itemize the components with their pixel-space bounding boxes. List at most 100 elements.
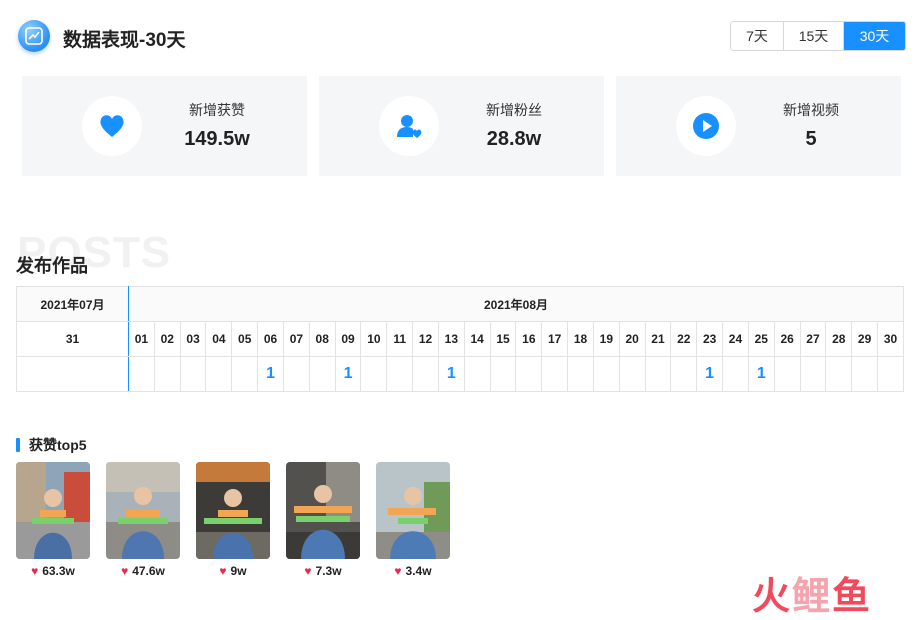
count-cell — [463, 356, 491, 392]
stat-value: 5 — [805, 128, 817, 150]
count-cell — [386, 356, 414, 392]
count-cell — [179, 356, 207, 392]
day-row: 31 01 02 03 04 05 06 07 08 09 10 11 12 13 14 15 16 17 18 1… — [16, 321, 904, 357]
top5-title: 获赞top5 — [29, 437, 87, 453]
count-cell: 1 — [334, 356, 362, 392]
page-title: 数据表现-30天 — [63, 30, 186, 51]
day-cell: 31 — [16, 321, 129, 357]
video-thumbnail[interactable] — [16, 462, 90, 559]
count-cell — [360, 356, 388, 392]
video-thumbnail[interactable] — [106, 462, 180, 559]
day-cell: 17 — [541, 321, 569, 357]
count-cell: 1 — [437, 356, 465, 392]
day-cell: 06 — [257, 321, 284, 357]
day-cell: 11 — [386, 321, 414, 357]
like-count: ♥ 3.4w — [394, 564, 432, 578]
day-cell: 18 — [567, 321, 594, 357]
stat-card-fans: 新增粉丝 28.8w — [319, 76, 604, 176]
count-cell — [799, 356, 827, 392]
heart-icon: ♥ — [121, 564, 129, 578]
day-cell: 10 — [360, 321, 388, 357]
day-cell: 04 — [205, 321, 233, 357]
heart-icon: ♥ — [219, 564, 227, 578]
count-cell — [592, 356, 620, 392]
heart-icon — [82, 96, 142, 156]
day-cell: 19 — [592, 321, 620, 357]
heart-icon: ♥ — [31, 564, 39, 578]
range-tabs: 7天 15天 30天 — [730, 21, 906, 51]
count-cell — [773, 356, 801, 392]
day-cell: 23 — [696, 321, 724, 357]
day-cell: 13 — [437, 321, 465, 357]
heart-icon: ♥ — [394, 564, 402, 578]
count-row: 11111 — [16, 356, 904, 392]
count-cell — [16, 356, 129, 392]
stat-value: 28.8w — [486, 128, 542, 150]
day-cell: 26 — [773, 321, 801, 357]
count-cell — [153, 356, 181, 392]
video-thumbnail[interactable] — [286, 462, 360, 559]
count-cell — [489, 356, 517, 392]
count-cell — [205, 356, 233, 392]
like-count: ♥ 9w — [219, 564, 247, 578]
month-row: 2021年07月 2021年08月 — [16, 286, 904, 322]
day-cell: 20 — [618, 321, 646, 357]
stat-card-likes: 新增获赞 149.5w — [22, 76, 307, 176]
day-cell: 07 — [282, 321, 310, 357]
day-cell: 09 — [334, 321, 362, 357]
day-cell: 03 — [179, 321, 207, 357]
accent-bar — [16, 438, 20, 452]
day-cell: 29 — [851, 321, 879, 357]
count-cell — [670, 356, 698, 392]
day-cell: 27 — [799, 321, 827, 357]
day-cell: 08 — [308, 321, 336, 357]
count-cell — [567, 356, 594, 392]
count-cell — [851, 356, 879, 392]
day-cell: 15 — [489, 321, 517, 357]
count-cell — [825, 356, 853, 392]
day-cell: 25 — [747, 321, 775, 357]
count-cell: 1 — [257, 356, 284, 392]
day-cell: 22 — [670, 321, 698, 357]
section-title: 发布作品 — [16, 256, 88, 276]
count-cell: 1 — [747, 356, 775, 392]
stat-card-videos: 新增视频 5 — [616, 76, 901, 176]
day-cell: 16 — [515, 321, 543, 357]
day-cell: 24 — [722, 321, 749, 357]
stat-label: 新增粉丝 — [486, 102, 542, 118]
count-cell — [644, 356, 672, 392]
stat-label: 新增视频 — [783, 102, 839, 118]
stat-label: 新增获赞 — [189, 102, 245, 118]
stat-value: 149.5w — [184, 128, 250, 150]
count-cell — [231, 356, 259, 392]
heart-icon: ♥ — [304, 564, 312, 578]
count-cell — [722, 356, 749, 392]
day-cell: 01 — [128, 321, 155, 357]
video-thumbnail[interactable] — [196, 462, 270, 559]
count-cell — [541, 356, 569, 392]
like-count: ♥ 47.6w — [121, 564, 165, 578]
month-cell-august: 2021年08月 — [128, 286, 904, 322]
top5-header: 获赞top5 — [16, 435, 87, 455]
month-cell-july: 2021年07月 — [16, 286, 129, 322]
watermark-logo: 火鲤鱼 — [752, 576, 873, 618]
tab-15-days[interactable]: 15天 — [783, 22, 843, 50]
day-cell: 14 — [463, 321, 491, 357]
play-icon — [676, 96, 736, 156]
day-cell: 05 — [231, 321, 259, 357]
video-thumbnail[interactable] — [376, 462, 450, 559]
day-cell: 21 — [644, 321, 672, 357]
post-calendar: 2021年07月 2021年08月 31 01 02 03 04 05 06 07 08 09 1… — [16, 286, 904, 392]
tab-30-days[interactable]: 30天 — [843, 22, 905, 50]
count-cell: 1 — [696, 356, 724, 392]
day-cell: 12 — [412, 321, 439, 357]
like-count: ♥ 7.3w — [304, 564, 342, 578]
like-count: ♥ 63.3w — [31, 564, 75, 578]
count-cell — [618, 356, 646, 392]
tab-7-days[interactable]: 7天 — [731, 22, 783, 50]
count-cell — [877, 356, 904, 392]
day-cell: 30 — [877, 321, 904, 357]
count-cell — [128, 356, 155, 392]
user-add-icon — [379, 96, 439, 156]
chart-trend-icon — [18, 20, 50, 52]
